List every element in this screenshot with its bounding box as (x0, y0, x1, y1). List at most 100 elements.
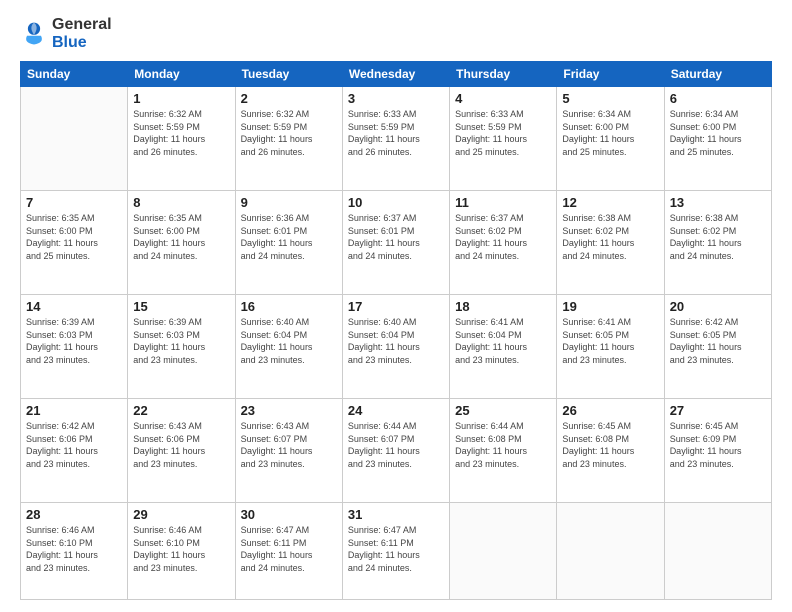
day-info: Sunrise: 6:41 AM Sunset: 6:05 PM Dayligh… (562, 316, 658, 366)
day-info: Sunrise: 6:42 AM Sunset: 6:05 PM Dayligh… (670, 316, 766, 366)
day-number: 31 (348, 507, 444, 522)
calendar-cell: 21 Sunrise: 6:42 AM Sunset: 6:06 PM Dayli… (21, 399, 128, 503)
day-number: 30 (241, 507, 337, 522)
day-number: 21 (26, 403, 122, 418)
day-info: Sunrise: 6:46 AM Sunset: 6:10 PM Dayligh… (26, 524, 122, 574)
day-number: 27 (670, 403, 766, 418)
day-number: 9 (241, 195, 337, 210)
week-row-2: 7Sunrise: 6:35 AM Sunset: 6:00 PM Daylig… (21, 191, 772, 295)
weekday-monday: Monday (128, 62, 235, 87)
weekday-tuesday: Tuesday (235, 62, 342, 87)
week-row-5: 28 Sunrise: 6:46 AM Sunset: 6:10 PM Dayli… (21, 503, 772, 600)
calendar-cell: 12 Sunrise: 6:38 AM Sunset: 6:02 PM Dayli… (557, 191, 664, 295)
calendar-cell: 2 Sunrise: 6:32 AM Sunset: 5:59 PM Daylig… (235, 87, 342, 191)
day-number: 5 (562, 91, 658, 106)
calendar-cell: 31 Sunrise: 6:47 AM Sunset: 6:11 PM Dayli… (342, 503, 449, 600)
day-number: 29 (133, 507, 229, 522)
day-number: 13 (670, 195, 766, 210)
week-row-1: 1Sunrise: 6:32 AM Sunset: 5:59 PM Daylig… (21, 87, 772, 191)
calendar-cell: 3 Sunrise: 6:33 AM Sunset: 5:59 PM Daylig… (342, 87, 449, 191)
day-number: 15 (133, 299, 229, 314)
day-info: Sunrise: 6:47 AM Sunset: 6:11 PM Dayligh… (348, 524, 444, 574)
week-row-4: 21 Sunrise: 6:42 AM Sunset: 6:06 PM Dayli… (21, 399, 772, 503)
day-number: 28 (26, 507, 122, 522)
day-number: 14 (26, 299, 122, 314)
day-number: 12 (562, 195, 658, 210)
header: General Blue (20, 16, 772, 51)
day-number: 26 (562, 403, 658, 418)
calendar-cell: 1Sunrise: 6:32 AM Sunset: 5:59 PM Daylig… (128, 87, 235, 191)
day-number: 10 (348, 195, 444, 210)
calendar-cell: 19 Sunrise: 6:41 AM Sunset: 6:05 PM Dayli… (557, 295, 664, 399)
day-info: Sunrise: 6:33 AM Sunset: 5:59 PM Dayligh… (348, 108, 444, 158)
day-number: 2 (241, 91, 337, 106)
day-info: Sunrise: 6:36 AM Sunset: 6:01 PM Dayligh… (241, 212, 337, 262)
calendar-cell: 15 Sunrise: 6:39 AM Sunset: 6:03 PM Dayli… (128, 295, 235, 399)
day-number: 22 (133, 403, 229, 418)
day-number: 4 (455, 91, 551, 106)
weekday-friday: Friday (557, 62, 664, 87)
day-info: Sunrise: 6:44 AM Sunset: 6:08 PM Dayligh… (455, 420, 551, 470)
day-info: Sunrise: 6:32 AM Sunset: 5:59 PM Dayligh… (133, 108, 229, 158)
day-number: 6 (670, 91, 766, 106)
day-number: 11 (455, 195, 551, 210)
logo: General Blue (20, 16, 112, 51)
day-info: Sunrise: 6:45 AM Sunset: 6:08 PM Dayligh… (562, 420, 658, 470)
weekday-wednesday: Wednesday (342, 62, 449, 87)
calendar-cell: 22 Sunrise: 6:43 AM Sunset: 6:06 PM Dayli… (128, 399, 235, 503)
day-info: Sunrise: 6:34 AM Sunset: 6:00 PM Dayligh… (670, 108, 766, 158)
day-number: 18 (455, 299, 551, 314)
day-info: Sunrise: 6:43 AM Sunset: 6:07 PM Dayligh… (241, 420, 337, 470)
day-info: Sunrise: 6:35 AM Sunset: 6:00 PM Dayligh… (26, 212, 122, 262)
day-info: Sunrise: 6:44 AM Sunset: 6:07 PM Dayligh… (348, 420, 444, 470)
day-info: Sunrise: 6:38 AM Sunset: 6:02 PM Dayligh… (670, 212, 766, 262)
day-info: Sunrise: 6:37 AM Sunset: 6:02 PM Dayligh… (455, 212, 551, 262)
calendar-cell: 6 Sunrise: 6:34 AM Sunset: 6:00 PM Daylig… (664, 87, 771, 191)
day-info: Sunrise: 6:35 AM Sunset: 6:00 PM Dayligh… (133, 212, 229, 262)
day-number: 8 (133, 195, 229, 210)
calendar-cell: 13 Sunrise: 6:38 AM Sunset: 6:02 PM Dayli… (664, 191, 771, 295)
calendar-cell: 14 Sunrise: 6:39 AM Sunset: 6:03 PM Dayli… (21, 295, 128, 399)
weekday-header-row: SundayMondayTuesdayWednesdayThursdayFrid… (21, 62, 772, 87)
calendar-cell: 27 Sunrise: 6:45 AM Sunset: 6:09 PM Dayli… (664, 399, 771, 503)
day-info: Sunrise: 6:40 AM Sunset: 6:04 PM Dayligh… (348, 316, 444, 366)
weekday-saturday: Saturday (664, 62, 771, 87)
day-info: Sunrise: 6:42 AM Sunset: 6:06 PM Dayligh… (26, 420, 122, 470)
calendar-cell: 5Sunrise: 6:34 AM Sunset: 6:00 PM Daylig… (557, 87, 664, 191)
day-number: 16 (241, 299, 337, 314)
calendar-cell: 7Sunrise: 6:35 AM Sunset: 6:00 PM Daylig… (21, 191, 128, 295)
day-info: Sunrise: 6:47 AM Sunset: 6:11 PM Dayligh… (241, 524, 337, 574)
weekday-thursday: Thursday (450, 62, 557, 87)
calendar-cell: 4 Sunrise: 6:33 AM Sunset: 5:59 PM Daylig… (450, 87, 557, 191)
day-info: Sunrise: 6:32 AM Sunset: 5:59 PM Dayligh… (241, 108, 337, 158)
day-info: Sunrise: 6:33 AM Sunset: 5:59 PM Dayligh… (455, 108, 551, 158)
day-number: 19 (562, 299, 658, 314)
day-number: 20 (670, 299, 766, 314)
calendar-cell: 29 Sunrise: 6:46 AM Sunset: 6:10 PM Dayli… (128, 503, 235, 600)
day-number: 3 (348, 91, 444, 106)
day-number: 23 (241, 403, 337, 418)
day-info: Sunrise: 6:40 AM Sunset: 6:04 PM Dayligh… (241, 316, 337, 366)
calendar-cell: 28 Sunrise: 6:46 AM Sunset: 6:10 PM Dayli… (21, 503, 128, 600)
week-row-3: 14 Sunrise: 6:39 AM Sunset: 6:03 PM Dayli… (21, 295, 772, 399)
day-info: Sunrise: 6:38 AM Sunset: 6:02 PM Dayligh… (562, 212, 658, 262)
day-info: Sunrise: 6:45 AM Sunset: 6:09 PM Dayligh… (670, 420, 766, 470)
day-info: Sunrise: 6:41 AM Sunset: 6:04 PM Dayligh… (455, 316, 551, 366)
calendar-cell: 10 Sunrise: 6:37 AM Sunset: 6:01 PM Dayli… (342, 191, 449, 295)
calendar-cell: 25Sunrise: 6:44 AM Sunset: 6:08 PM Dayli… (450, 399, 557, 503)
day-info: Sunrise: 6:39 AM Sunset: 6:03 PM Dayligh… (133, 316, 229, 366)
calendar-cell: 20 Sunrise: 6:42 AM Sunset: 6:05 PM Dayli… (664, 295, 771, 399)
day-info: Sunrise: 6:39 AM Sunset: 6:03 PM Dayligh… (26, 316, 122, 366)
calendar-cell: 9 Sunrise: 6:36 AM Sunset: 6:01 PM Daylig… (235, 191, 342, 295)
day-info: Sunrise: 6:43 AM Sunset: 6:06 PM Dayligh… (133, 420, 229, 470)
logo-icon (20, 20, 48, 48)
day-info: Sunrise: 6:37 AM Sunset: 6:01 PM Dayligh… (348, 212, 444, 262)
calendar-table: SundayMondayTuesdayWednesdayThursdayFrid… (20, 61, 772, 600)
calendar-cell (557, 503, 664, 600)
logo-text: General Blue (52, 16, 112, 51)
calendar-cell (450, 503, 557, 600)
day-info: Sunrise: 6:46 AM Sunset: 6:10 PM Dayligh… (133, 524, 229, 574)
calendar-cell (21, 87, 128, 191)
calendar-cell: 24Sunrise: 6:44 AM Sunset: 6:07 PM Dayli… (342, 399, 449, 503)
day-number: 17 (348, 299, 444, 314)
